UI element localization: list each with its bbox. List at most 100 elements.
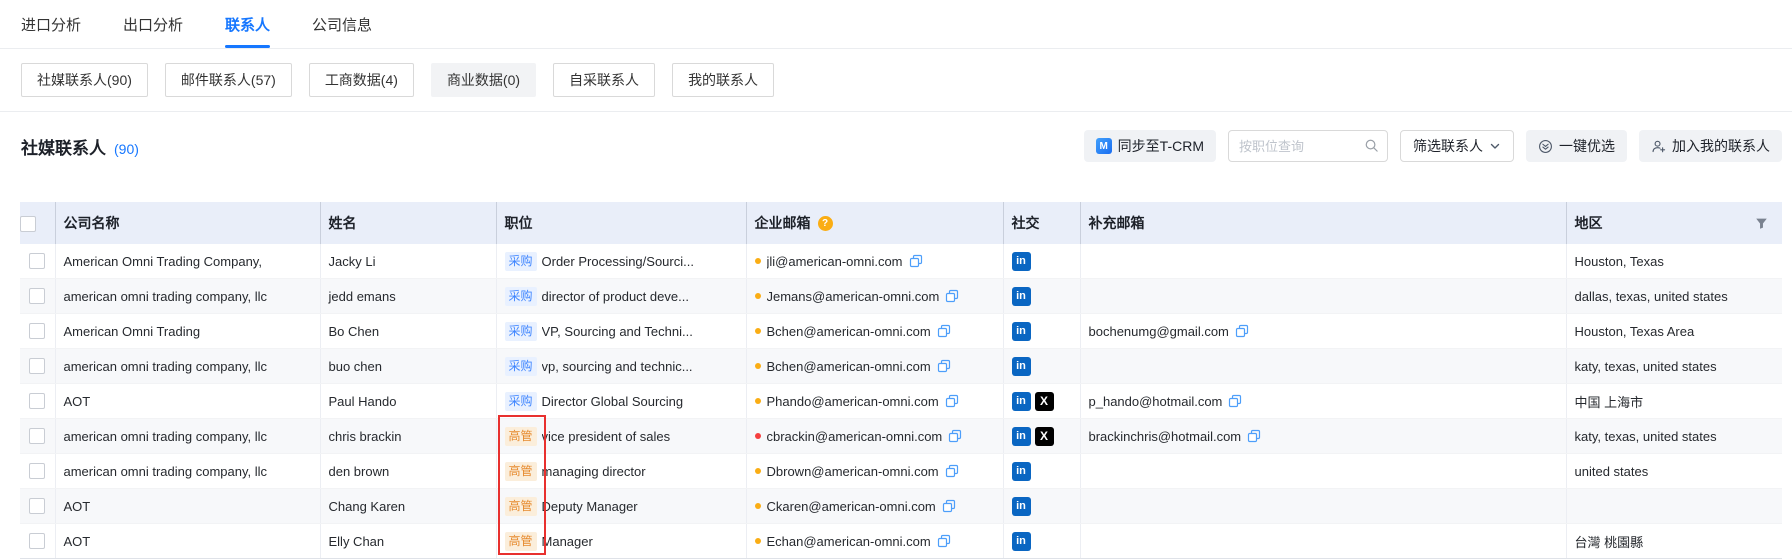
email-cell: Echan@american-omni.com <box>746 524 1003 559</box>
copy-icon[interactable] <box>945 394 959 408</box>
linkedin-icon[interactable]: in <box>1012 287 1031 306</box>
filter-funnel-icon[interactable] <box>1755 217 1768 230</box>
copy-icon[interactable] <box>937 324 951 338</box>
social-cell: in <box>1003 524 1080 559</box>
row-checkbox[interactable] <box>29 253 45 269</box>
region-text: united states <box>1575 464 1649 479</box>
region-text: Houston, Texas <box>1575 254 1664 269</box>
email-cell: Jemans@american-omni.com <box>746 279 1003 314</box>
col-header-email: 企业邮箱? <box>746 202 1003 244</box>
extra-email-cell <box>1080 279 1566 314</box>
extra_email-header-label: 补充邮箱 <box>1089 215 1145 231</box>
sync-tcrm-button[interactable]: M 同步至T-CRM <box>1084 130 1216 162</box>
copy-icon[interactable] <box>937 359 951 373</box>
copy-icon[interactable] <box>1235 324 1249 338</box>
row-checkbox[interactable] <box>29 533 45 549</box>
contact-source-filter-1[interactable]: 邮件联系人(57) <box>165 63 292 97</box>
row-checkbox[interactable] <box>29 323 45 339</box>
select-all-checkbox[interactable] <box>20 216 36 232</box>
email-address: Bchen@american-omni.com <box>767 324 931 339</box>
search-icon[interactable] <box>1364 138 1379 153</box>
add-to-my-contacts-label: 加入我的联系人 <box>1672 136 1770 156</box>
row-checkbox[interactable] <box>29 498 45 514</box>
detail-tab-1[interactable]: 出口分析 <box>123 14 183 48</box>
social-cell: inX <box>1003 384 1080 419</box>
position-content: 高管 Manager <box>505 524 746 558</box>
position-title: Manager <box>542 534 593 549</box>
social-cell: in <box>1003 279 1080 314</box>
x-icon[interactable]: X <box>1035 427 1054 446</box>
copy-icon[interactable] <box>945 464 959 478</box>
email-address: Dbrown@american-omni.com <box>767 464 939 479</box>
col-header-position: 职位 <box>496 202 746 244</box>
social-cell: in <box>1003 314 1080 349</box>
extra-email-cell <box>1080 454 1566 489</box>
linkedin-icon[interactable]: in <box>1012 357 1031 376</box>
position-tag: 高管 <box>505 427 537 446</box>
social-header-label: 社交 <box>1012 215 1040 231</box>
copy-icon[interactable] <box>909 254 923 268</box>
contact-source-filter-4[interactable]: 自采联系人 <box>553 63 655 97</box>
copy-icon[interactable] <box>945 289 959 303</box>
linkedin-icon[interactable]: in <box>1012 532 1031 551</box>
one-click-optimize-button[interactable]: 一键优选 <box>1526 130 1627 162</box>
company-cell: AOT <box>55 524 320 559</box>
email-address: Ckaren@american-omni.com <box>767 499 936 514</box>
linkedin-icon[interactable]: in <box>1012 322 1031 341</box>
filter-contacts-dropdown[interactable]: 筛选联系人 <box>1400 130 1514 162</box>
linkedin-icon[interactable]: in <box>1012 392 1031 411</box>
position-tag: 高管 <box>505 532 537 551</box>
copy-icon[interactable] <box>942 499 956 513</box>
x-icon[interactable]: X <box>1035 392 1054 411</box>
social-icons: in <box>1012 489 1080 523</box>
copy-icon[interactable] <box>948 429 962 443</box>
help-icon[interactable]: ? <box>818 216 833 231</box>
contacts-page: 进口分析 出口分析 联系人 公司信息 社媒联系人(90) 邮件联系人(57) 工商数据(4… <box>0 0 1792 554</box>
linkedin-icon[interactable]: in <box>1012 252 1031 271</box>
contact-source-filter-3[interactable]: 商业数据(0) <box>431 63 536 97</box>
table-row: AOTElly Chan高管ManagerEchan@american-omni… <box>20 524 1782 559</box>
social-icons: in <box>1012 279 1080 313</box>
row-checkbox[interactable] <box>29 428 45 444</box>
region-cell: Houston, Texas Area <box>1566 314 1782 349</box>
table-header-row: 公司名称姓名职位企业邮箱?社交补充邮箱地区 <box>20 202 1782 244</box>
contact-source-filter-2[interactable]: 工商数据(4) <box>309 63 414 97</box>
company-cell: american omni trading company, llc <box>55 419 320 454</box>
select-cell <box>20 489 55 524</box>
detail-tab-2[interactable]: 联系人 <box>225 14 270 48</box>
linkedin-icon[interactable]: in <box>1012 427 1031 446</box>
linkedin-icon[interactable]: in <box>1012 497 1031 516</box>
copy-icon[interactable] <box>1228 394 1242 408</box>
contact-source-filter-0[interactable]: 社媒联系人(90) <box>21 63 148 97</box>
select-cell <box>20 454 55 489</box>
position-content: 采购director of product deve... <box>505 279 746 313</box>
contact-source-filter-5[interactable]: 我的联系人 <box>672 63 774 97</box>
add-to-my-contacts-button[interactable]: 加入我的联系人 <box>1639 130 1782 162</box>
row-checkbox[interactable] <box>29 358 45 374</box>
detail-tab-3[interactable]: 公司信息 <box>312 14 372 48</box>
copy-icon[interactable] <box>937 534 951 548</box>
email-address: cbrackin@american-omni.com <box>767 429 943 444</box>
company-name: AOT <box>64 499 91 514</box>
detail-tab-0[interactable]: 进口分析 <box>21 14 81 48</box>
name-cell: jedd emans <box>320 279 496 314</box>
extra-email-cell <box>1080 524 1566 559</box>
copy-icon[interactable] <box>1247 429 1261 443</box>
table-row: american omni trading company, llcden br… <box>20 454 1782 489</box>
position-content: 高管managing director <box>505 454 746 488</box>
region-text: 台灣 桃園縣 <box>1575 535 1644 550</box>
select-cell <box>20 524 55 559</box>
position-cell: 高管Deputy Manager <box>496 489 746 524</box>
contact-name: Bo Chen <box>329 324 380 339</box>
row-checkbox[interactable] <box>29 463 45 479</box>
social-cell: inX <box>1003 419 1080 454</box>
linkedin-icon[interactable]: in <box>1012 462 1031 481</box>
row-checkbox[interactable] <box>29 288 45 304</box>
position-tag: 高管 <box>505 497 537 516</box>
company-name: AOT <box>64 534 91 549</box>
position-tag: 采购 <box>505 357 537 376</box>
select-cell <box>20 314 55 349</box>
select-cell <box>20 349 55 384</box>
select-cell <box>20 419 55 454</box>
row-checkbox[interactable] <box>29 393 45 409</box>
